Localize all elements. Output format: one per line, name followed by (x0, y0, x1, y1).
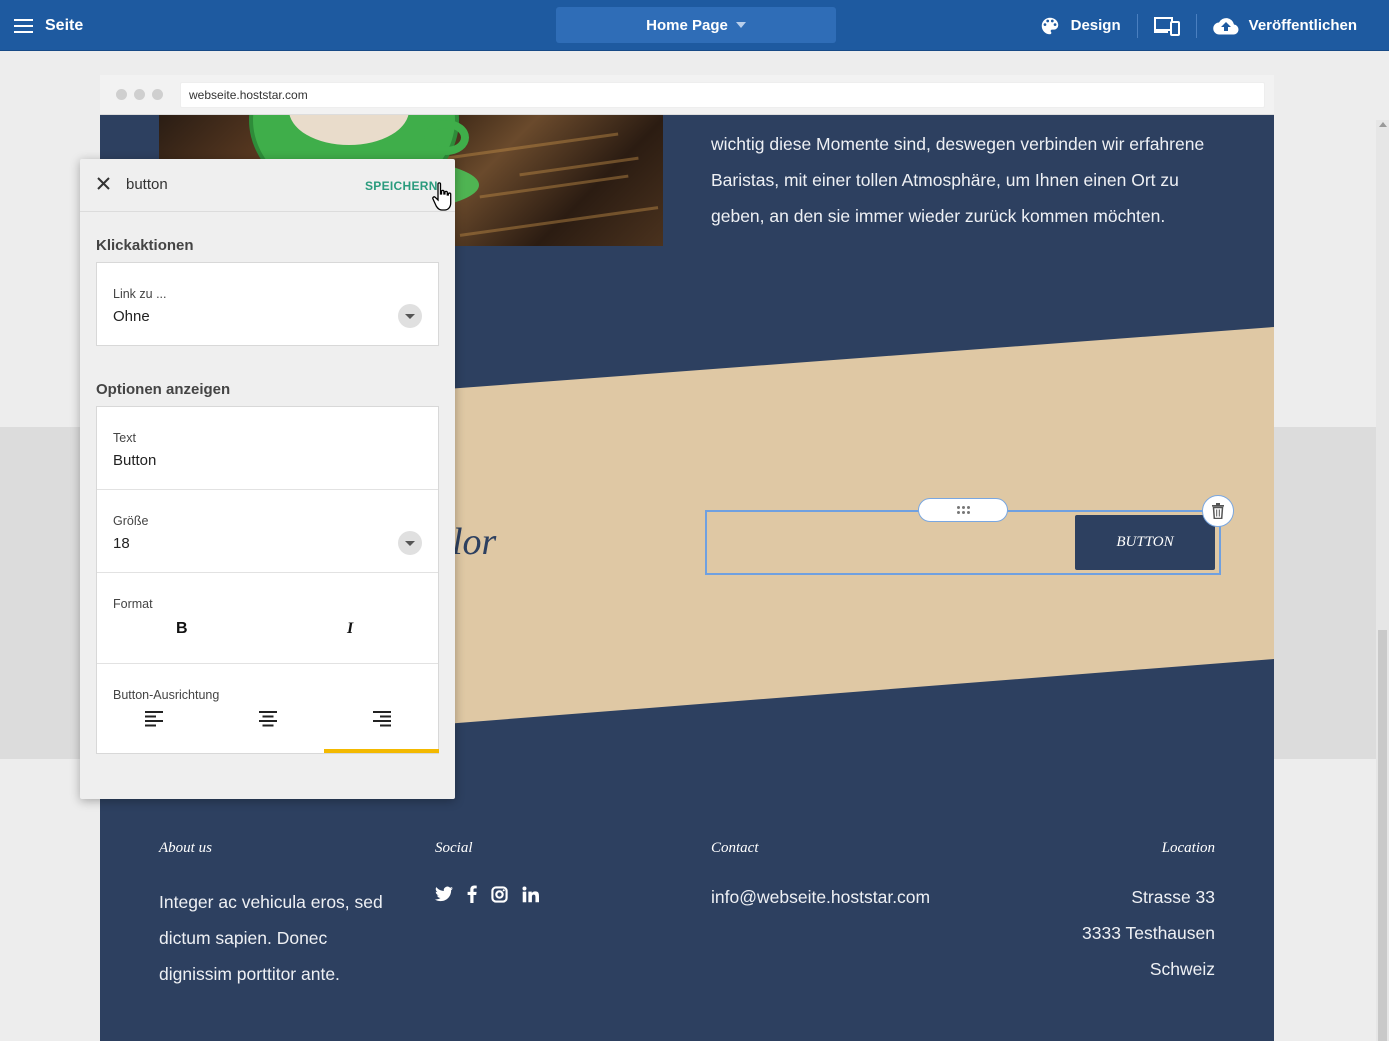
align-center-button[interactable] (259, 710, 277, 728)
format-field: Format B I (97, 573, 438, 664)
display-options-heading: Optionen anzeigen (96, 381, 231, 398)
design-label: Design (1070, 17, 1121, 34)
drag-grip-icon (956, 506, 970, 514)
delete-element-button[interactable] (1202, 495, 1234, 527)
selected-alignment-indicator (324, 749, 439, 753)
design-button[interactable]: Design (1023, 0, 1137, 51)
size-dropdown-button[interactable] (398, 531, 422, 555)
alignment-field: Button-Ausrichtung (97, 664, 439, 753)
location-line: Schweiz (1149, 959, 1215, 979)
save-button[interactable]: SPEICHERN (365, 179, 438, 193)
footer-location-title[interactable]: Location (1162, 840, 1215, 857)
align-left-button[interactable] (145, 710, 163, 728)
drag-handle[interactable] (918, 498, 1008, 522)
size-label: Größe (113, 514, 149, 528)
intro-text[interactable]: wichtig diese Momente sind, deswegen ver… (711, 126, 1231, 234)
text-label: Text (113, 431, 136, 445)
linkedin-icon[interactable] (522, 885, 539, 903)
click-actions-heading: Klickaktionen (96, 237, 194, 254)
about-line: dignissim porttitor ante. (159, 964, 340, 984)
facebook-icon[interactable] (467, 885, 477, 903)
location-line: Strasse 33 (1131, 887, 1215, 907)
text-value: Button (113, 452, 157, 469)
page-selector-label: Home Page (646, 16, 728, 34)
cloud-upload-icon (1212, 17, 1239, 35)
scroll-up-icon[interactable] (1379, 122, 1387, 127)
palette-icon (1041, 17, 1058, 34)
text-field[interactable]: Text Button (97, 407, 438, 490)
display-options-card: Text Button Größe 18 Format B I Button-A… (96, 406, 439, 754)
browser-chrome: webseite.hoststar.com (100, 75, 1274, 115)
trash-icon (1212, 503, 1224, 519)
link-field[interactable]: Link zu ... Ohne (97, 263, 438, 345)
italic-button[interactable]: I (347, 620, 353, 638)
topbar-actions: Design Veröffentlichen (1023, 0, 1373, 51)
page-menu-button[interactable]: Seite (14, 0, 83, 51)
link-label: Link zu ... (113, 287, 167, 301)
footer-about-title[interactable]: About us (159, 840, 212, 857)
editor-topbar: Seite Home Page Design Veröffentlichen (0, 0, 1389, 51)
footer-about-text[interactable]: Integer ac vehicula eros, sed dictum sap… (159, 884, 399, 992)
hamburger-icon (14, 18, 33, 33)
footer-contact-email[interactable]: info@webseite.hoststar.com (711, 879, 930, 915)
page-selector[interactable]: Home Page (556, 7, 836, 43)
link-value: Ohne (113, 308, 150, 325)
about-line: dictum sapien. Donec (159, 928, 328, 948)
instagram-icon[interactable] (491, 885, 508, 903)
caret-down-icon (735, 22, 746, 28)
twitter-icon[interactable] (435, 886, 453, 902)
url-bar[interactable]: webseite.hoststar.com (180, 82, 1265, 108)
publish-label: Veröffentlichen (1248, 17, 1357, 34)
footer-social-title[interactable]: Social (435, 840, 473, 857)
window-dots (116, 89, 163, 100)
alignment-label: Button-Ausrichtung (113, 688, 220, 702)
size-field[interactable]: Größe 18 (97, 490, 438, 573)
social-icons (435, 885, 539, 903)
align-right-button[interactable] (373, 710, 391, 728)
publish-button[interactable]: Veröffentlichen (1197, 0, 1373, 51)
footer-contact-title[interactable]: Contact (711, 840, 759, 857)
panel-header: button SPEICHERN (80, 159, 455, 212)
hand-cursor-icon (432, 182, 452, 211)
button-settings-panel: button SPEICHERN Klickaktionen Link zu .… (80, 159, 455, 799)
location-line: 3333 Testhausen (1082, 923, 1215, 943)
intro-line: wichtig diese Momente sind, deswegen ver… (711, 134, 1205, 154)
page-menu-label: Seite (45, 16, 84, 34)
device-preview-button[interactable] (1138, 0, 1196, 51)
close-icon[interactable] (97, 177, 110, 195)
footer-location-text[interactable]: Strasse 33 3333 Testhausen Schweiz (1082, 879, 1215, 987)
intro-line: geben, an den sie immer wieder zurück ko… (711, 206, 1166, 226)
size-value: 18 (113, 535, 130, 552)
scrollbar-thumb[interactable] (1378, 630, 1387, 1041)
section-heading-fragment[interactable]: lor (452, 520, 496, 564)
chevron-down-icon (405, 540, 415, 546)
link-card: Link zu ... Ohne (96, 262, 439, 346)
site-button[interactable]: BUTTON (1075, 515, 1215, 570)
link-dropdown-button[interactable] (398, 304, 422, 328)
panel-title: button (126, 176, 168, 193)
align-left-icon (145, 711, 163, 727)
bold-button[interactable]: B (176, 620, 188, 638)
format-label: Format (113, 597, 153, 611)
align-right-icon (373, 711, 391, 727)
chevron-down-icon (405, 313, 415, 319)
align-center-icon (259, 711, 277, 727)
devices-icon (1153, 16, 1180, 36)
about-line: Integer ac vehicula eros, sed (159, 892, 383, 912)
vertical-scrollbar[interactable] (1376, 120, 1389, 1041)
intro-line: Baristas, mit einer tollen Atmosphäre, u… (711, 170, 1179, 190)
